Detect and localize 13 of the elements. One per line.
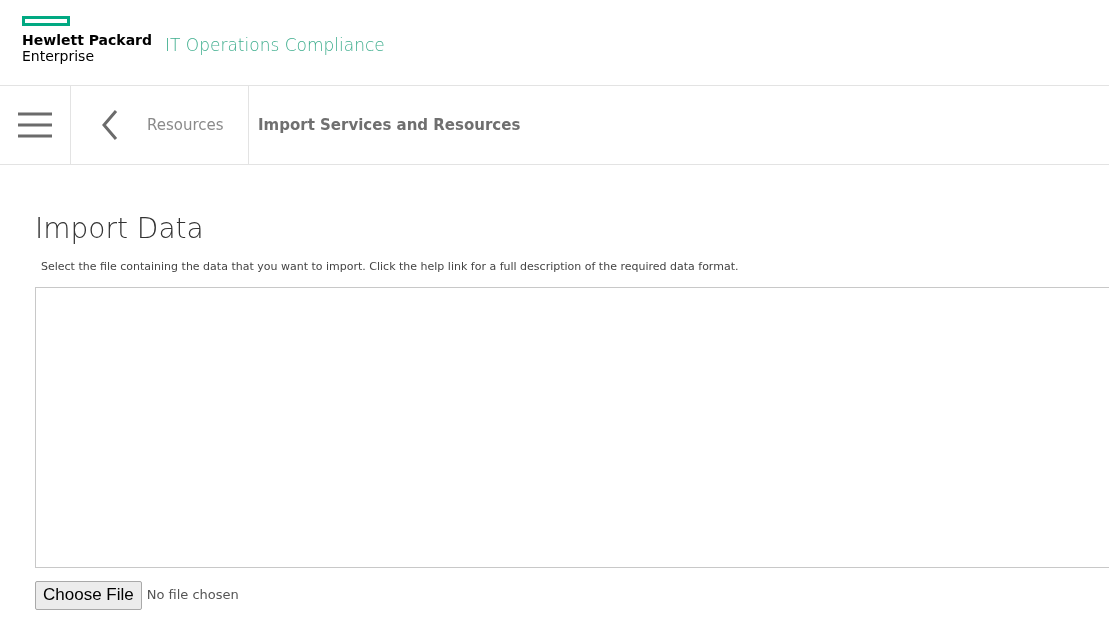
brand-name: Enterprise xyxy=(22,48,96,64)
logo-icon xyxy=(22,16,70,26)
chevron-left-icon xyxy=(101,109,119,141)
file-status-text: No file chosen xyxy=(146,586,239,605)
page-heading: Import Services and Resources xyxy=(258,114,521,136)
menu-icon xyxy=(18,111,52,139)
description-text: Select the file containing the data that you want to import. Click the help link for a full description of the required data format. xyxy=(41,259,740,275)
brand-name: Hewlett Packard xyxy=(22,32,152,48)
choose-file-button[interactable]: Choose File xyxy=(35,580,142,610)
product-name: IT Operations Compliance xyxy=(165,34,385,57)
page-title: Import Data xyxy=(35,212,205,246)
back-button[interactable] xyxy=(101,109,119,141)
breadcrumb-link[interactable]: Resources xyxy=(147,113,224,137)
